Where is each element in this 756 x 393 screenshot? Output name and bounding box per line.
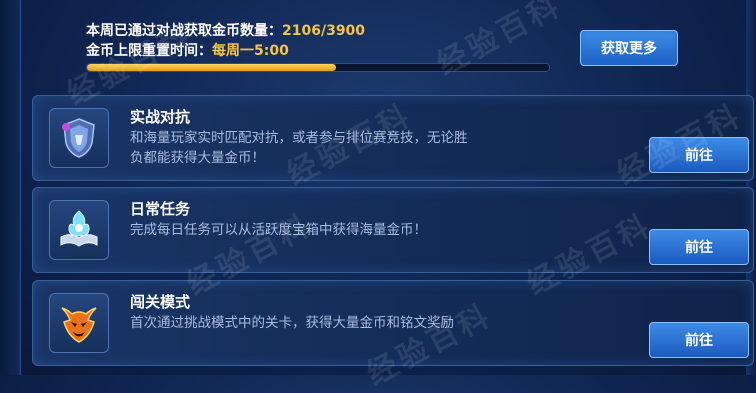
reset-time-value: 每周一5:00 [212,43,289,59]
magic-book-icon [49,200,109,260]
card-title: 实战对抗 [130,108,191,126]
reset-time-line: 金币上限重置时间：每周一5:00 [86,40,289,60]
go-button[interactable]: 前往 [649,229,749,265]
card-title: 日常任务 [130,200,191,218]
card-title: 闯关模式 [130,293,191,311]
card-challenge-mode: 闯关模式 首次通过挑战模式中的关卡，获得大量金币和铭文奖励 前往 [32,280,754,366]
get-more-button[interactable]: 获取更多 [580,30,678,66]
card-description: 完成每日任务可以从活跃度宝箱中获得海量金币！ [130,222,427,238]
weekly-gold-value: 2106/3900 [282,23,366,39]
card-description: 首次通过挑战模式中的关卡，获得大量金币和铭文奖励 [130,315,454,331]
reset-time-label: 金币上限重置时间： [86,43,212,59]
go-button[interactable]: 前往 [649,137,749,173]
left-frame [0,0,21,375]
card-daily-tasks: 日常任务 完成每日任务可以从活跃度宝箱中获得海量金币！ 前往 [32,187,754,273]
weekly-gold-label: 本周已通过对战获取金币数量： [86,23,282,39]
gold-progress-fill [87,64,337,71]
gold-progress-bar [86,63,550,72]
card-description: 和海量玩家实时匹配对抗，或者参与排位赛竞技，无论胜负都能获得大量金币！ [130,130,468,166]
shield-helmet-icon [49,108,109,168]
weekly-gold-line: 本周已通过对战获取金币数量：2106/3900 [86,20,365,40]
card-battle: 实战对抗 和海量玩家实时匹配对抗，或者参与排位赛竞技，无论胜负都能获得大量金币！… [32,95,754,181]
go-button[interactable]: 前往 [649,322,749,358]
demon-mask-icon [49,293,109,353]
